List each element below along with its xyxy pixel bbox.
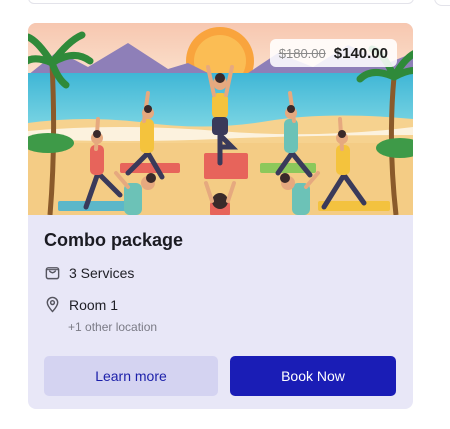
book-now-button[interactable]: Book Now (230, 356, 396, 396)
current-price: $140.00 (333, 44, 388, 62)
location-row: Room 1 (44, 296, 118, 313)
package-title: Combo package (44, 230, 184, 250)
learn-more-button[interactable]: Learn more (44, 356, 218, 396)
service-card: $180.00 $140.00 Combo package 3 Services… (28, 23, 413, 409)
map-pin-icon (46, 296, 59, 313)
control-edge (434, 0, 450, 6)
price-badge: $180.00 $140.00 (269, 39, 397, 67)
location-label: Room 1 (69, 296, 119, 313)
original-price: $180.00 (278, 45, 326, 61)
previous-card-edge (28, 0, 414, 4)
services-row: 3 Services (44, 264, 134, 281)
services-label: 3 Services (69, 264, 135, 281)
other-locations-note: +1 other location (68, 320, 158, 334)
shopping-bag-icon (45, 267, 60, 280)
